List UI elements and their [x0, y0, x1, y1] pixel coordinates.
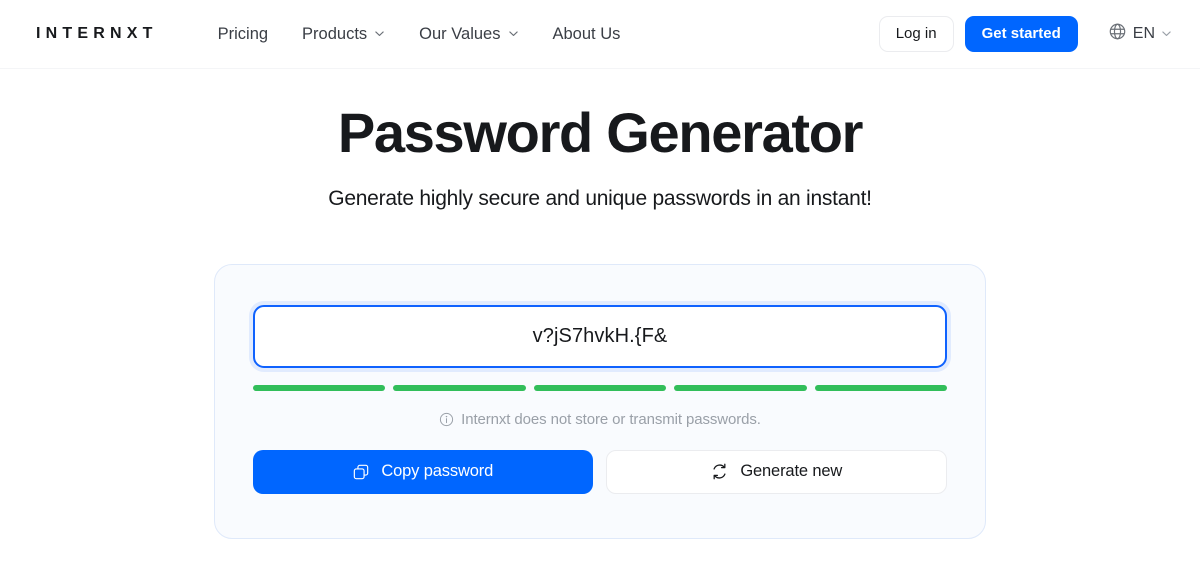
nav-item-about-us[interactable]: About Us	[553, 26, 621, 43]
page-subtitle: Generate highly secure and unique passwo…	[328, 186, 872, 210]
get-started-button[interactable]: Get started	[964, 15, 1078, 53]
nav-item-label: Our Values	[419, 24, 501, 43]
strength-segment	[674, 384, 807, 391]
chevron-down-icon	[374, 28, 385, 39]
password-value[interactable]: v?jS7hvkH.{F&	[533, 325, 668, 348]
login-button[interactable]: Log in	[878, 15, 954, 53]
internxt-logo[interactable]: INTERNXT	[36, 25, 158, 43]
nav-item-products[interactable]: Products	[302, 26, 385, 43]
strength-segment	[533, 384, 667, 391]
generate-new-button[interactable]: Generate new	[605, 449, 947, 494]
generator-section: v?jS7hvkH.{F& Internxt does not store or…	[0, 263, 1200, 539]
nav-actions: Log in Get started EN	[878, 15, 1172, 53]
chevron-down-icon	[1161, 28, 1172, 39]
password-generator-card: v?jS7hvkH.{F& Internxt does not store or…	[214, 263, 986, 539]
page-title: Password Generator	[337, 101, 864, 164]
card-actions: Copy password Generate new	[253, 449, 947, 494]
strength-segment	[814, 384, 948, 391]
hero-section: Password Generator Generate highly secur…	[0, 69, 1200, 211]
strength-segment	[393, 384, 526, 391]
language-selector[interactable]: EN	[1108, 22, 1172, 46]
privacy-note-text: Internxt does not store or transmit pass…	[461, 410, 761, 428]
language-label: EN	[1132, 25, 1155, 42]
copy-password-label: Copy password	[381, 462, 494, 481]
generate-new-label: Generate new	[740, 462, 843, 481]
primary-nav: Pricing Products Our Values About Us	[218, 26, 621, 43]
copy-icon	[352, 463, 370, 481]
info-circle-icon	[439, 412, 454, 427]
copy-password-button[interactable]: Copy password	[253, 449, 593, 494]
refresh-icon	[710, 462, 729, 481]
chevron-down-icon	[508, 28, 519, 39]
privacy-note: Internxt does not store or transmit pass…	[253, 411, 947, 428]
strength-segment	[253, 384, 386, 391]
nav-item-label: Pricing	[217, 24, 269, 43]
globe-icon	[1108, 22, 1127, 46]
nav-item-pricing[interactable]: Pricing	[218, 26, 268, 43]
password-field[interactable]: v?jS7hvkH.{F&	[253, 304, 947, 368]
nav-item-label: Products	[302, 24, 368, 43]
nav-item-our-values[interactable]: Our Values	[419, 26, 518, 43]
password-strength-meter	[253, 384, 948, 391]
nav-item-label: About Us	[552, 24, 621, 43]
top-navigation-bar: INTERNXT Pricing Products Our Values Abo…	[0, 0, 1200, 69]
